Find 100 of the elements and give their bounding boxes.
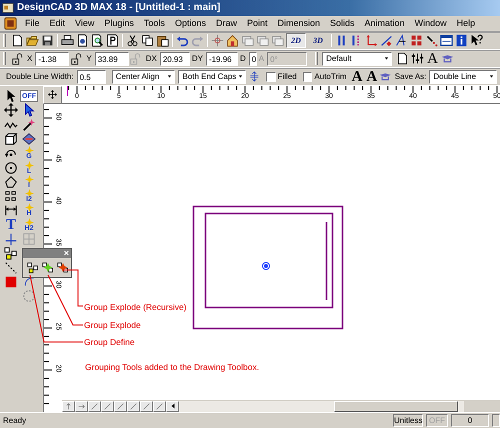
axis-arrow-icon[interactable]	[77, 402, 86, 411]
status-message: Ready	[3, 416, 28, 425]
checkbox-label[interactable]: AutoTrim	[314, 72, 347, 82]
coordinate-label: A	[258, 54, 264, 64]
coordinate-field[interactable]: 33.89	[94, 52, 129, 66]
font-button[interactable]: A	[366, 70, 378, 84]
style-dropdown[interactable]: Default	[322, 52, 392, 66]
plus-icon[interactable]	[4, 232, 18, 246]
horizontal-scrollbar[interactable]	[179, 400, 464, 412]
menu-item[interactable]: View	[75, 18, 94, 28]
menu-item[interactable]: Point	[246, 18, 268, 28]
view-mode-button[interactable]: 2D	[286, 33, 306, 48]
close-button[interactable]: ×	[64, 249, 69, 258]
copy-icon[interactable]	[141, 34, 154, 48]
coordinate-field[interactable]: -19.96	[206, 52, 238, 66]
dashed-line-icon[interactable]	[4, 260, 18, 275]
coordinate-label: D	[240, 54, 246, 64]
squares-icon[interactable]	[410, 34, 423, 48]
new-file-icon[interactable]	[11, 34, 24, 48]
align-dropdown[interactable]: Center Align	[112, 70, 176, 84]
group-explode-icon[interactable]	[42, 260, 54, 274]
menu-item[interactable]: Animation	[364, 18, 405, 28]
help-icon[interactable]	[470, 34, 483, 48]
stacked-pages-icon[interactable]	[256, 34, 269, 48]
grid-icon[interactable]	[4, 189, 18, 204]
checkbox[interactable]	[302, 72, 312, 82]
dashed-circle-icon[interactable]	[22, 289, 36, 304]
menu-item[interactable]: File	[25, 18, 40, 28]
pencil-icon[interactable]	[380, 34, 393, 48]
status-panel	[492, 414, 500, 427]
undo-icon[interactable]	[176, 34, 189, 48]
checkbox-label[interactable]: Filled	[278, 72, 297, 82]
cursor-icon[interactable]	[22, 103, 36, 118]
info-icon[interactable]	[455, 34, 468, 48]
save-icon[interactable]	[41, 34, 54, 48]
annotation: Group Explode	[84, 320, 141, 330]
double-arrow-icon[interactable]	[249, 71, 260, 82]
menu-item[interactable]: Solids	[330, 18, 355, 28]
levels-icon[interactable]	[411, 52, 424, 66]
annotation: Group Explode (Recursive)	[84, 302, 187, 312]
move-icon[interactable]	[4, 103, 18, 118]
paste-icon[interactable]	[156, 34, 169, 48]
app-logo-icon[interactable]	[4, 16, 17, 30]
coordinate-label: Y	[86, 54, 92, 64]
menu-item[interactable]: Help	[456, 18, 476, 28]
checkbox[interactable]	[266, 72, 276, 82]
window-icon[interactable]	[440, 34, 453, 48]
document-icon[interactable]	[76, 34, 89, 48]
menu-item[interactable]: Edit	[50, 18, 66, 28]
width-label: Double Line Width:	[6, 72, 74, 82]
group-icon[interactable]	[4, 246, 18, 260]
menu-item[interactable]: Dimension	[278, 18, 320, 28]
group-explode-recursive-icon[interactable]	[57, 260, 69, 274]
arrow-dots-icon[interactable]	[425, 34, 438, 48]
annotation: Group Define	[84, 336, 135, 347]
fill-swatch-icon[interactable]	[4, 274, 18, 289]
end-caps-dropdown[interactable]: Both End Caps	[178, 70, 246, 84]
note: Grouping Tools added to the Drawing Toolbox.	[85, 362, 260, 372]
axis-icon[interactable]	[365, 34, 378, 48]
cut-icon[interactable]	[126, 34, 139, 48]
group-define-icon[interactable]	[27, 260, 39, 274]
text-tool-button[interactable]: T	[6, 218, 16, 232]
house-icon[interactable]	[226, 34, 239, 48]
font-button[interactable]: A	[352, 70, 362, 84]
menu-item[interactable]: Tools	[144, 18, 165, 28]
lock-icon[interactable]	[12, 52, 24, 65]
coordinate-field[interactable]: 0	[248, 52, 257, 66]
open-folder-icon[interactable]	[26, 34, 39, 48]
coordinate-label: DY	[192, 54, 203, 64]
status-panel: Unitless	[393, 414, 423, 427]
window-title: DesignCAD 3D MAX 18 - [Untitled-1 : main]	[17, 2, 220, 14]
menu-item[interactable]: Plugins	[104, 18, 134, 28]
layers-icon[interactable]	[22, 132, 36, 146]
lock-icon[interactable]	[70, 52, 83, 65]
text-style-button[interactable]: A	[427, 52, 438, 66]
width-field[interactable]: 0.5	[76, 70, 106, 84]
coordinate-field[interactable]: -1.38	[35, 52, 70, 66]
menu-item[interactable]: Window	[414, 18, 447, 28]
arc-icon[interactable]	[24, 276, 34, 288]
menu-item[interactable]: Draw	[216, 18, 237, 28]
polygon-icon[interactable]	[4, 174, 18, 189]
angle-icon[interactable]	[395, 34, 408, 48]
coordinate-label: DX	[146, 54, 157, 64]
stacked-pages-icon[interactable]	[271, 34, 284, 48]
stacked-pages-icon[interactable]	[241, 34, 254, 48]
document-icon[interactable]	[106, 34, 119, 48]
menu-item[interactable]: Options	[174, 18, 206, 28]
axis-arrow-icon[interactable]	[64, 402, 73, 411]
coordinate-field[interactable]: 20.93	[160, 52, 190, 66]
wand-icon[interactable]	[22, 118, 36, 132]
save-as-dropdown[interactable]: Double Line	[429, 70, 497, 84]
center-point	[262, 262, 270, 270]
dimension-icon[interactable]	[4, 203, 18, 218]
status-panel: 0	[451, 414, 489, 427]
print-preview-icon[interactable]	[91, 34, 104, 48]
cube-icon[interactable]	[4, 132, 18, 146]
printer-icon[interactable]	[61, 34, 74, 48]
app-icon	[2, 2, 14, 14]
document-icon[interactable]	[396, 52, 410, 66]
circle-icon[interactable]	[4, 160, 18, 175]
